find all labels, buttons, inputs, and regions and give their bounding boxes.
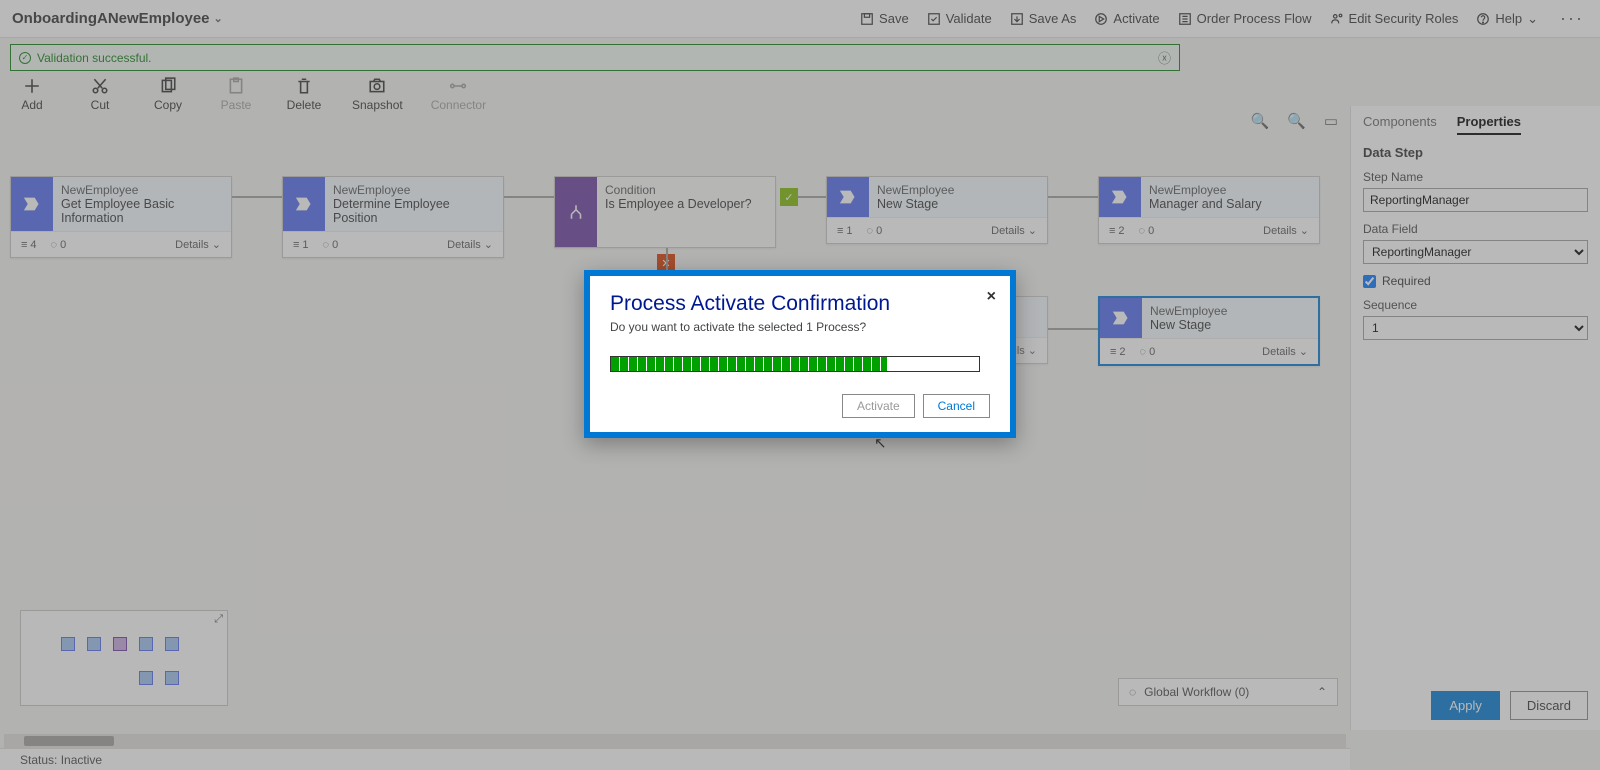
progress-bar <box>610 356 980 372</box>
dialog-cancel-button[interactable]: Cancel <box>923 394 990 418</box>
dialog-message: Do you want to activate the selected 1 P… <box>610 320 990 334</box>
activate-confirmation-dialog: × Process Activate Confirmation Do you w… <box>584 270 1016 438</box>
dialog-title: Process Activate Confirmation <box>610 292 990 316</box>
close-icon[interactable]: × <box>987 288 996 306</box>
dialog-activate-button[interactable]: Activate <box>842 394 915 418</box>
modal-overlay: × Process Activate Confirmation Do you w… <box>0 0 1600 770</box>
progress-fill <box>611 357 887 371</box>
cursor-icon: ↖ <box>874 434 887 452</box>
